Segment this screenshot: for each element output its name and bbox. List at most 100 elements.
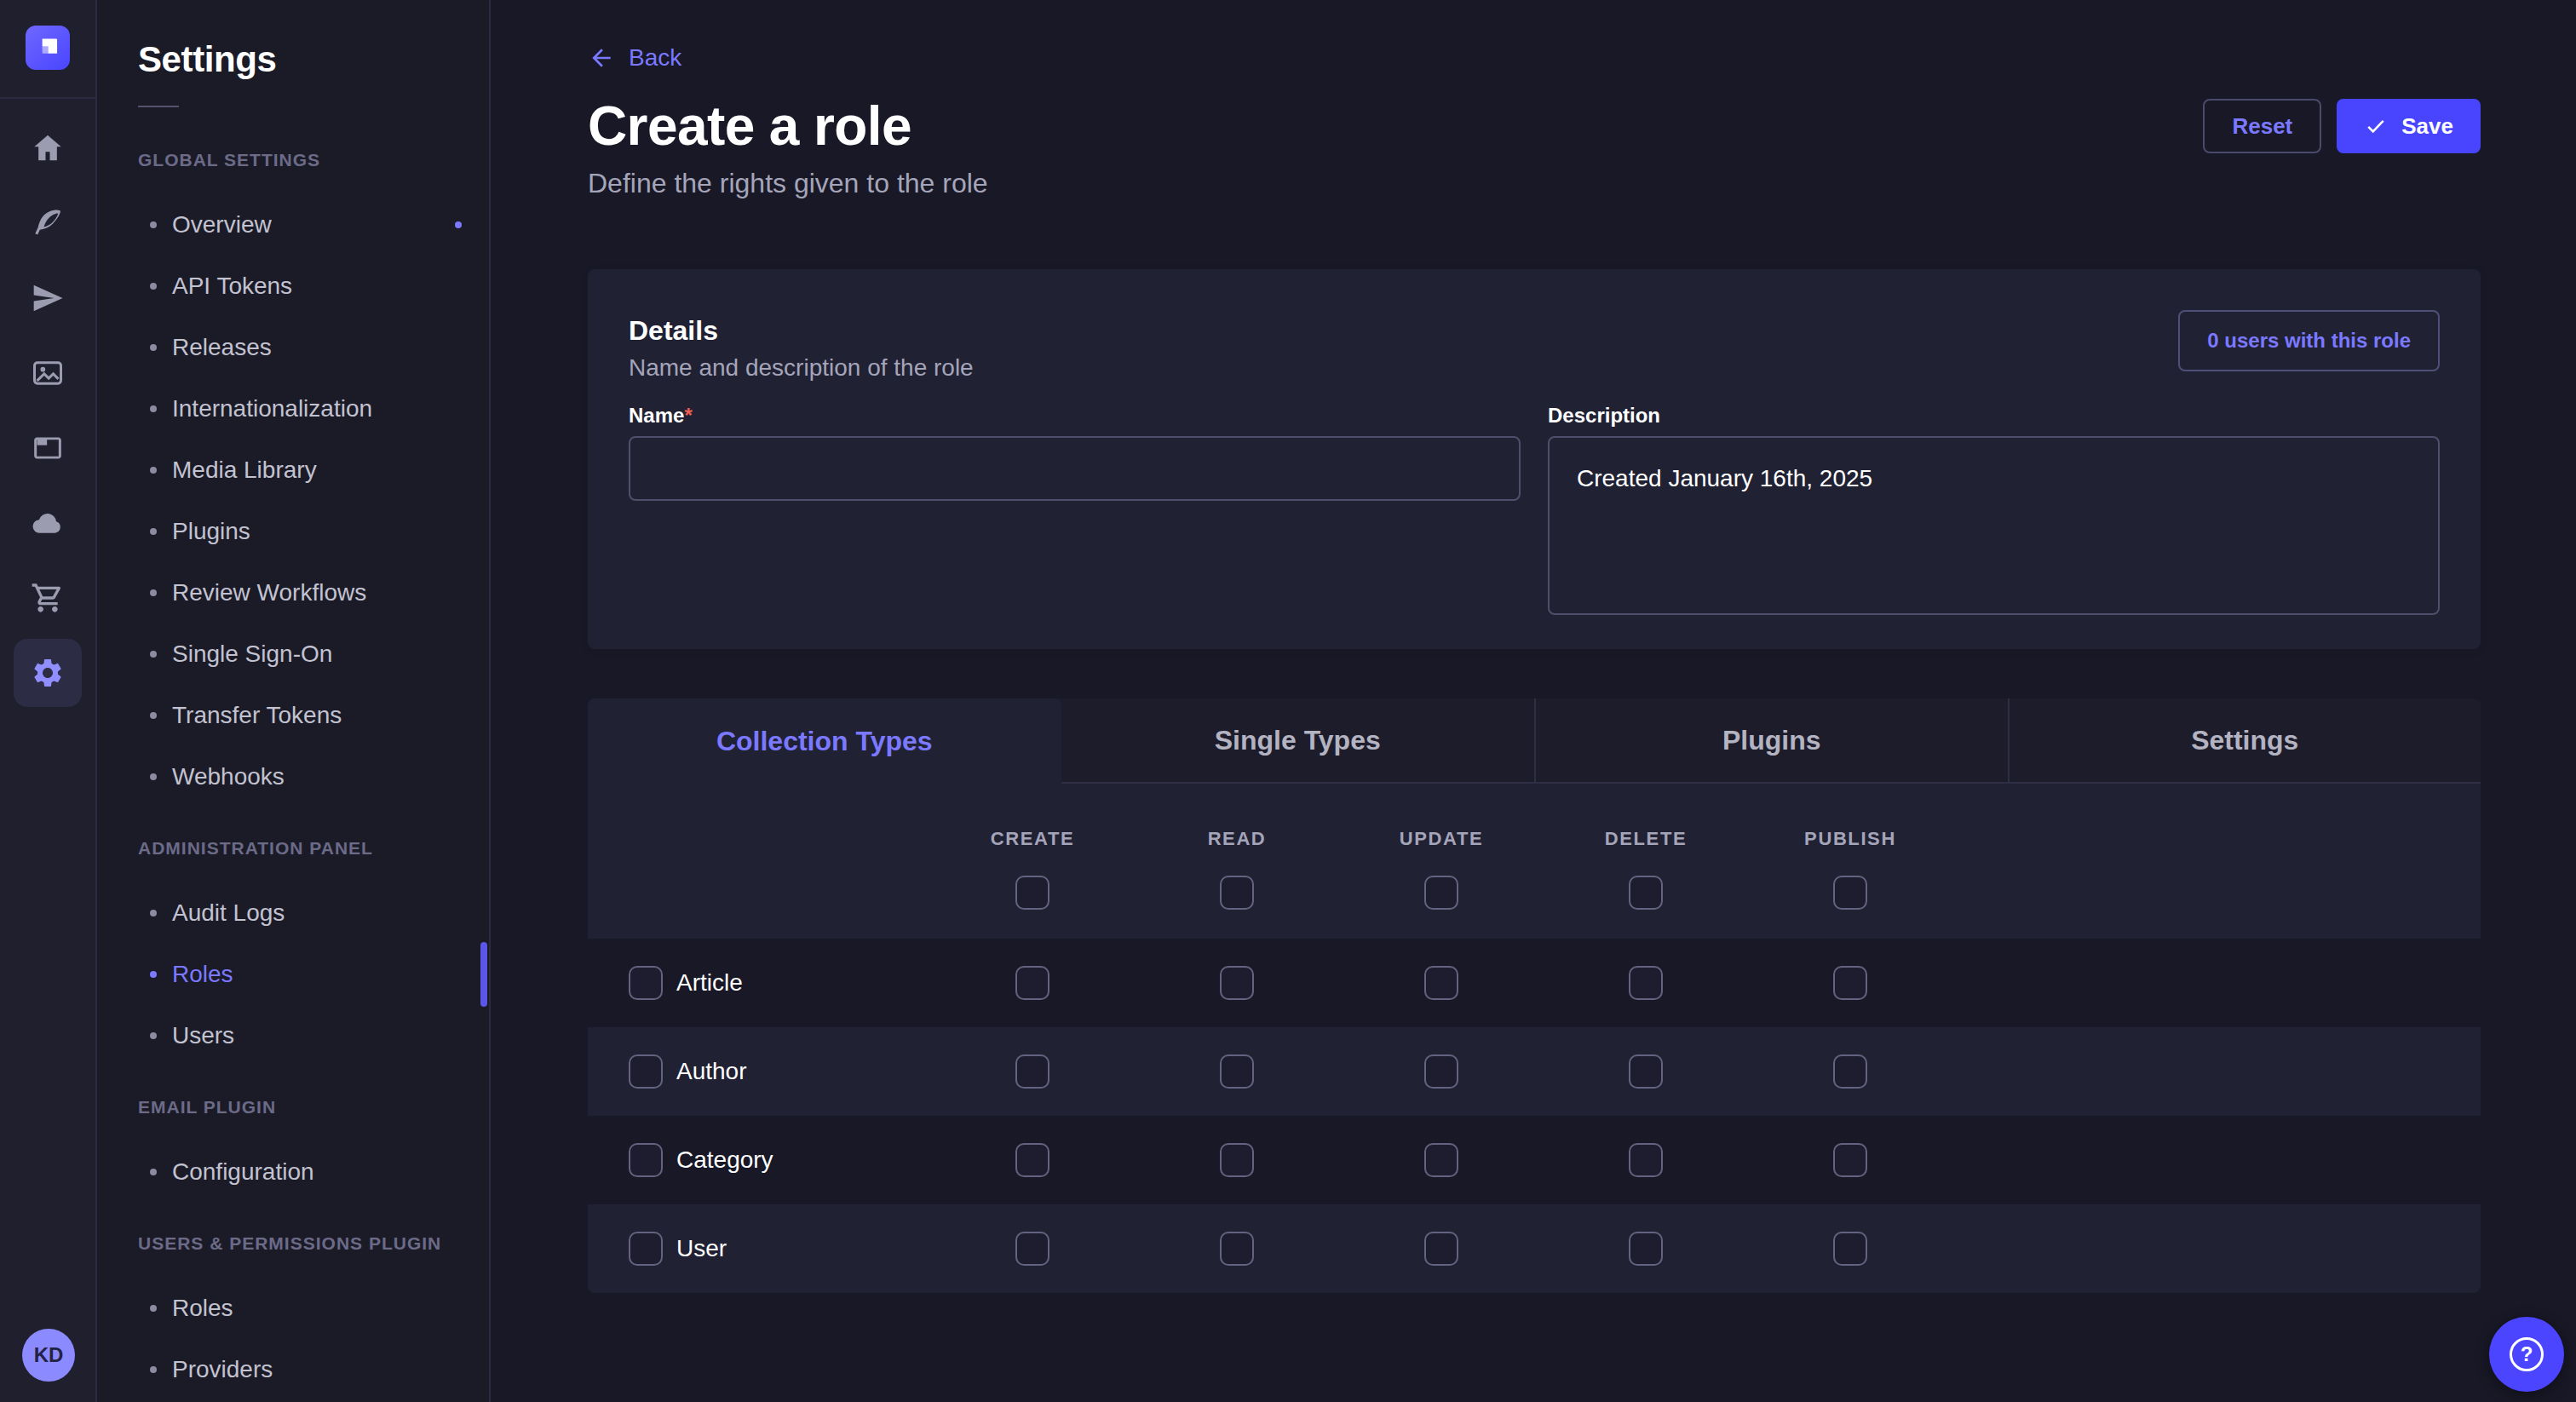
- nav-item-label: Media Library: [172, 453, 317, 487]
- select-all-update-checkbox[interactable]: [1424, 876, 1458, 910]
- row-select-checkbox-user[interactable]: [629, 1232, 663, 1266]
- rail-item-media-library[interactable]: [14, 339, 82, 407]
- save-button[interactable]: Save: [2337, 99, 2481, 153]
- page-subtitle: Define the rights given to the role: [588, 165, 988, 201]
- sidebar-item-audit-logs[interactable]: Audit Logs: [97, 882, 489, 944]
- layout-icon: [31, 431, 65, 465]
- back-link[interactable]: Back: [588, 41, 707, 75]
- name-input[interactable]: [629, 436, 1521, 501]
- nav-item-label: Webhooks: [172, 760, 285, 794]
- article-update-checkbox[interactable]: [1424, 966, 1458, 1000]
- sidebar-item-releases[interactable]: Releases: [97, 317, 489, 378]
- main-content: Back Create a role Define the rights giv…: [491, 0, 2576, 1402]
- strapi-admin-app: KD Settings GLOBAL SETTINGSOverviewAPI T…: [0, 0, 2576, 1402]
- nav-item-label: Releases: [172, 330, 272, 365]
- category-create-checkbox[interactable]: [1015, 1143, 1049, 1177]
- rail-item-cloud[interactable]: [14, 489, 82, 557]
- author-update-checkbox[interactable]: [1424, 1054, 1458, 1089]
- avatar[interactable]: KD: [22, 1329, 75, 1382]
- user-publish-checkbox[interactable]: [1833, 1232, 1867, 1266]
- tab-plugins[interactable]: Plugins: [1534, 698, 2008, 784]
- bullet-icon: [150, 1169, 157, 1175]
- rail-item-releases[interactable]: [14, 264, 82, 332]
- category-delete-checkbox[interactable]: [1629, 1143, 1663, 1177]
- select-all-create-checkbox[interactable]: [1015, 876, 1049, 910]
- sidebar-item-roles[interactable]: Roles: [97, 1278, 489, 1339]
- article-publish-checkbox[interactable]: [1833, 966, 1867, 1000]
- author-read-checkbox[interactable]: [1220, 1054, 1254, 1089]
- user-delete-checkbox[interactable]: [1629, 1232, 1663, 1266]
- tab-settings[interactable]: Settings: [2008, 698, 2481, 784]
- select-all-delete-checkbox[interactable]: [1629, 876, 1663, 910]
- settings-nav: Settings GLOBAL SETTINGSOverviewAPI Toke…: [97, 0, 491, 1402]
- user-update-checkbox[interactable]: [1424, 1232, 1458, 1266]
- permission-row-article: Article: [588, 939, 2481, 1027]
- nav-section: GLOBAL SETTINGSOverviewAPI TokensRelease…: [97, 147, 489, 807]
- name-label: Name*: [629, 402, 1521, 429]
- rail-item-content-type-builder[interactable]: [14, 414, 82, 482]
- strapi-logo-icon: [33, 33, 62, 62]
- user-create-checkbox[interactable]: [1015, 1232, 1049, 1266]
- sidebar-item-configuration[interactable]: Configuration: [97, 1141, 489, 1203]
- check-icon: [2364, 114, 2388, 138]
- sidebar-item-users[interactable]: Users: [97, 1005, 489, 1066]
- bullet-icon: [150, 910, 157, 916]
- sidebar-item-webhooks[interactable]: Webhooks: [97, 746, 489, 807]
- bullet-icon: [150, 467, 157, 474]
- paper-plane-icon: [31, 281, 65, 315]
- sidebar-item-api-tokens[interactable]: API Tokens: [97, 256, 489, 317]
- select-all-publish-checkbox[interactable]: [1833, 876, 1867, 910]
- author-delete-checkbox[interactable]: [1629, 1054, 1663, 1089]
- sidebar-item-roles[interactable]: Roles: [97, 944, 489, 1005]
- user-read-checkbox[interactable]: [1220, 1232, 1254, 1266]
- rail-item-marketplace[interactable]: [14, 564, 82, 632]
- article-read-checkbox[interactable]: [1220, 966, 1254, 1000]
- scrollbar-thumb[interactable]: [480, 942, 487, 1007]
- main-nav-rail: KD: [0, 0, 97, 1402]
- category-update-checkbox[interactable]: [1424, 1143, 1458, 1177]
- sidebar-item-internationalization[interactable]: Internationalization: [97, 378, 489, 440]
- description-label: Description: [1548, 402, 2440, 429]
- bullet-icon: [150, 589, 157, 596]
- tab-collection-types[interactable]: Collection Types: [588, 698, 1061, 784]
- help-button[interactable]: ?: [2489, 1317, 2564, 1392]
- sidebar-item-single-sign-on[interactable]: Single Sign-On: [97, 623, 489, 685]
- select-all-read-checkbox[interactable]: [1220, 876, 1254, 910]
- reset-button[interactable]: Reset: [2203, 99, 2321, 153]
- tab-single-types[interactable]: Single Types: [1061, 698, 1535, 784]
- permissions-tabs: Collection TypesSingle TypesPluginsSetti…: [588, 698, 2481, 784]
- users-with-role-button[interactable]: 0 users with this role: [2178, 310, 2440, 371]
- row-select-checkbox-author[interactable]: [629, 1054, 663, 1089]
- bullet-icon: [150, 712, 157, 719]
- bullet-icon: [150, 773, 157, 780]
- nav-item-label: Providers: [172, 1353, 273, 1387]
- category-read-checkbox[interactable]: [1220, 1143, 1254, 1177]
- author-publish-checkbox[interactable]: [1833, 1054, 1867, 1089]
- details-card: Details Name and description of the role…: [588, 269, 2481, 649]
- row-select-checkbox-category[interactable]: [629, 1143, 663, 1177]
- rail-item-content-manager[interactable]: [14, 189, 82, 257]
- row-select-checkbox-article[interactable]: [629, 966, 663, 1000]
- rail-item-settings[interactable]: [14, 639, 82, 707]
- bullet-icon: [150, 528, 157, 535]
- sidebar-item-plugins[interactable]: Plugins: [97, 501, 489, 562]
- nav-section-label: ADMINISTRATION PANEL: [138, 835, 489, 862]
- sidebar-item-media-library[interactable]: Media Library: [97, 440, 489, 501]
- description-textarea[interactable]: [1548, 436, 2440, 615]
- article-delete-checkbox[interactable]: [1629, 966, 1663, 1000]
- bullet-icon: [150, 1305, 157, 1312]
- sidebar-item-overview[interactable]: Overview: [97, 194, 489, 256]
- author-create-checkbox[interactable]: [1015, 1054, 1049, 1089]
- article-create-checkbox[interactable]: [1015, 966, 1049, 1000]
- details-title: Details: [629, 310, 2440, 351]
- sidebar-item-providers[interactable]: Providers: [97, 1339, 489, 1400]
- details-subtitle: Name and description of the role: [629, 351, 2440, 385]
- sidebar-item-transfer-tokens[interactable]: Transfer Tokens: [97, 685, 489, 746]
- nav-section: USERS & PERMISSIONS PLUGINRolesProviders: [97, 1230, 489, 1400]
- permissions-card: Collection TypesSingle TypesPluginsSetti…: [588, 698, 2481, 1293]
- rail-item-home[interactable]: [14, 114, 82, 182]
- home-icon: [31, 131, 65, 165]
- category-publish-checkbox[interactable]: [1833, 1143, 1867, 1177]
- sidebar-item-review-workflows[interactable]: Review Workflows: [97, 562, 489, 623]
- strapi-logo[interactable]: [26, 26, 70, 70]
